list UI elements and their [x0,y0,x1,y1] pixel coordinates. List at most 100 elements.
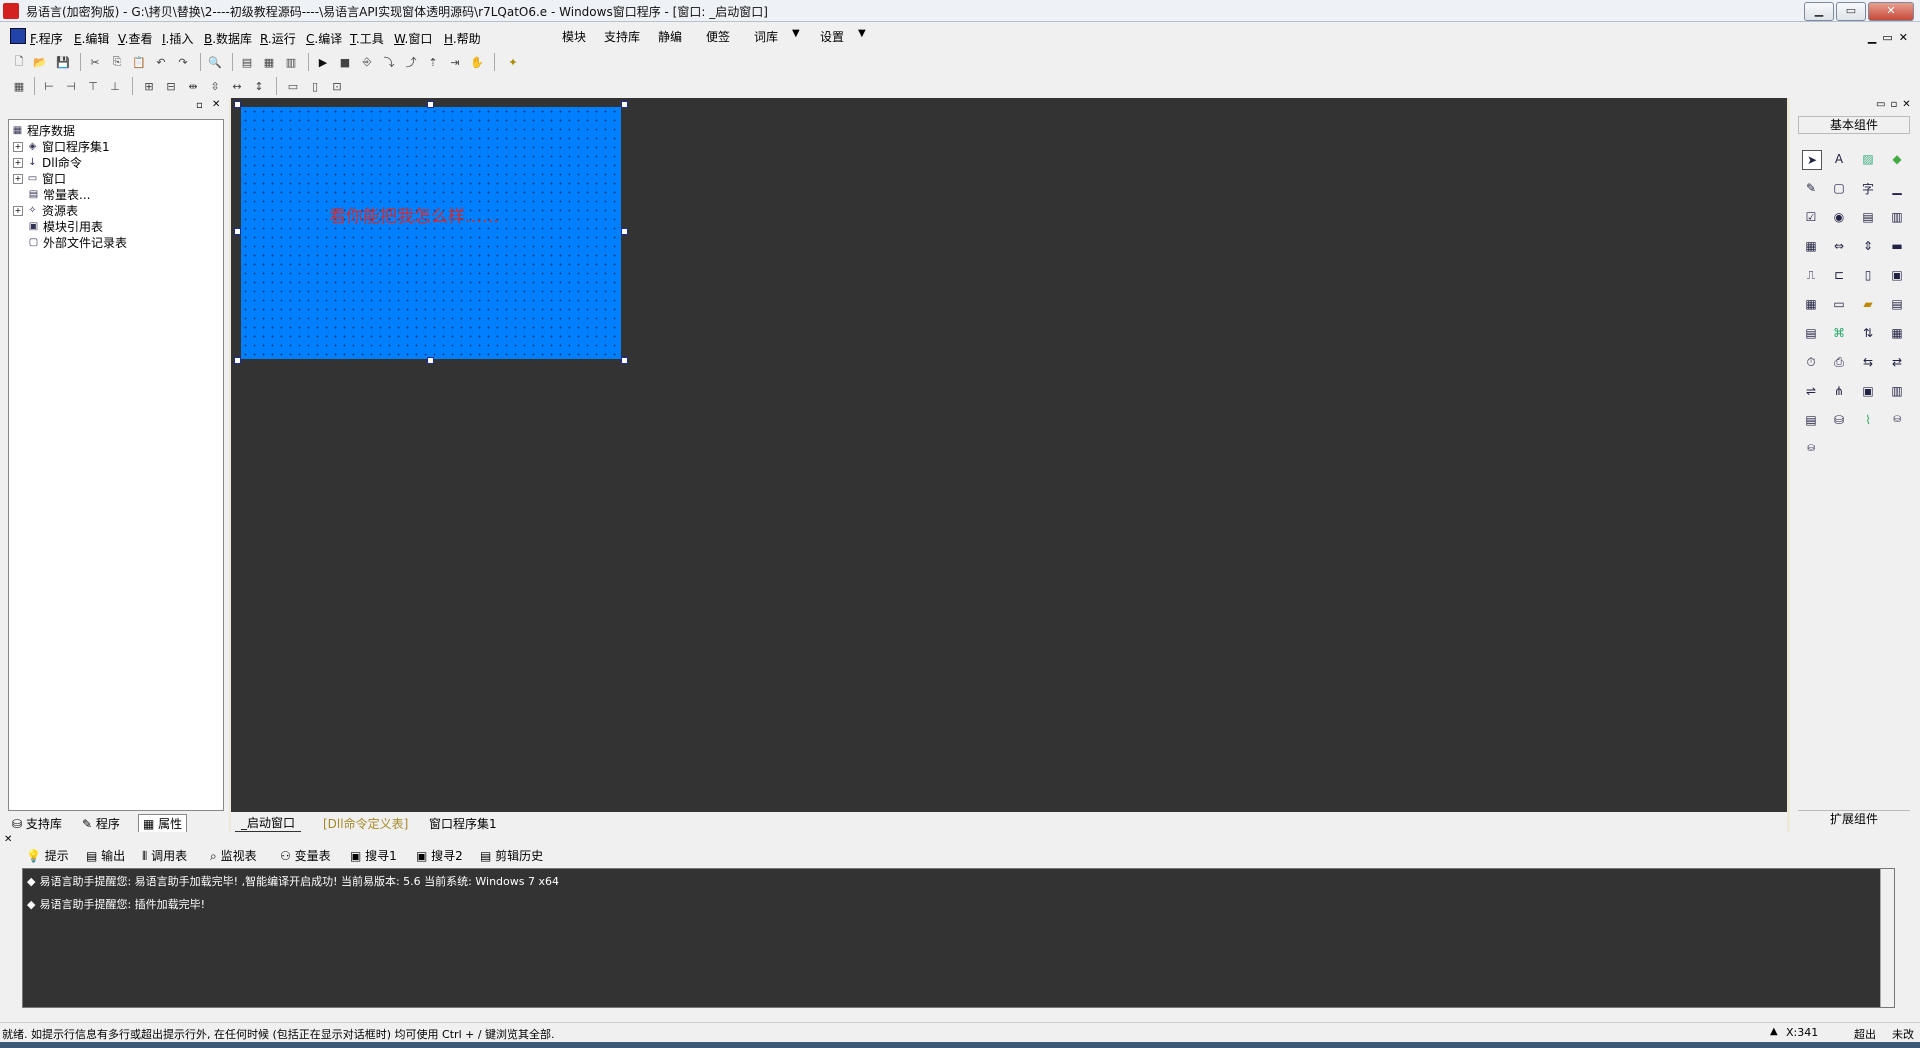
settings-dropdown-icon[interactable]: ▼ [858,28,866,39]
menu-support-lib[interactable]: 支持库 [604,28,640,45]
radio-icon[interactable]: ◉ [1830,208,1848,226]
align-bottom-icon[interactable]: ⊥ [106,77,124,95]
copy-icon[interactable]: ⎘ [108,53,126,71]
tab-search2[interactable]: ▣ 搜寻2 [416,847,463,864]
same-height-icon[interactable]: ↕ [250,77,268,95]
frame-icon[interactable]: ▣ [1888,266,1906,284]
status-up-icon[interactable]: ▲ [1770,1026,1778,1037]
tree-item-module-refs[interactable]: ▣ 模块引用表 [27,218,103,235]
tree-item-constants[interactable]: ▤ 常量表... [27,186,91,203]
menu-view[interactable]: V.查看 [118,30,153,47]
tab-hint[interactable]: 💡 提示 [26,847,69,864]
slider-icon[interactable]: ⇔ [1830,237,1848,255]
menu-program[interactable]: F.程序 [30,30,63,47]
wizard-icon[interactable]: ✦ [504,53,522,71]
component-panel-controls[interactable]: ▭▫✕ [1876,99,1916,110]
document-icon[interactable]: ▤ [1888,295,1906,313]
chart-icon[interactable]: ⌇ [1859,411,1877,429]
menu-window[interactable]: W.窗口 [394,30,432,47]
button-icon[interactable]: ▭ [1830,295,1848,313]
timer-icon[interactable]: ⏱ [1802,353,1820,371]
save-icon[interactable]: 💾 [54,53,72,71]
port-icon[interactable]: ⇌ [1802,382,1820,400]
grid-icon[interactable]: ▦ [10,77,28,95]
expand-icon[interactable]: + [13,157,23,168]
output-area[interactable]: ◆ 易语言助手提醒您: 易语言助手加载完毕! ,智能编译开启成功! 当前易版本: … [22,868,1895,1008]
resize-handle-se[interactable] [621,357,628,364]
tab-window-set[interactable]: 窗口程序集1 [429,815,497,832]
tab-control-icon[interactable]: ▥ [1888,382,1906,400]
minimize-button[interactable]: ▁ [1804,2,1834,21]
redo-icon[interactable]: ↷ [174,53,192,71]
tab-dll-definitions[interactable]: [Dll命令定义表] [323,815,408,832]
resize-handle-n[interactable] [427,101,434,108]
resize-handle-ne[interactable] [621,101,628,108]
tab-startup-window[interactable]: _启动窗口 [235,814,302,833]
maximize-button[interactable]: ▭ [1836,2,1866,21]
tab-program[interactable]: ✎ 程序 [82,815,120,832]
db-list-icon[interactable]: ▤ [1802,411,1820,429]
grid-table-icon[interactable]: ▦ [1802,237,1820,255]
step-into-icon[interactable]: ⤵ [380,53,398,71]
step-out-icon[interactable]: ⇡ [424,53,442,71]
tab-clip-history[interactable]: ▤ 剪辑历史 [480,847,543,864]
shape-icon[interactable]: ◆ [1888,150,1906,168]
panel-icon[interactable]: ▣ [1859,382,1877,400]
tree-item-window[interactable]: + ▭ 窗口 [13,170,66,187]
tree-item-dll[interactable]: + ↓ Dll命令 [13,154,82,171]
menu-module[interactable]: 模块 [562,28,586,45]
bottom-panel-close-icon[interactable]: ✕ [4,834,12,845]
resize-handle-nw[interactable] [234,101,241,108]
layout3-icon[interactable]: ▥ [282,53,300,71]
lexicon-dropdown-icon[interactable]: ▼ [792,28,800,39]
align-left-icon[interactable]: ⊢ [40,77,58,95]
cut-icon[interactable]: ✂ [86,53,104,71]
checkbox-icon[interactable]: ☑ [1802,208,1820,226]
label-icon[interactable]: A [1830,150,1848,168]
progress-icon[interactable]: ▬ [1888,237,1906,255]
output-scrollbar[interactable] [1880,869,1894,1007]
tree-item-external-files[interactable]: ▢ 外部文件记录表 [27,234,127,251]
picture-icon[interactable]: ▢ [1830,179,1848,197]
run-to-cursor-icon[interactable]: ⇥ [446,53,464,71]
folder-icon[interactable]: ▰ [1859,295,1877,313]
layout1-icon[interactable]: ▤ [238,53,256,71]
resize-handle-w[interactable] [234,228,241,235]
align-top-icon[interactable]: ⊤ [84,77,102,95]
center-h-icon[interactable]: ⊞ [140,77,158,95]
step-icon[interactable]: ⎆ [358,53,376,71]
menu-tools[interactable]: T.工具 [350,30,384,47]
size-both-icon[interactable]: ⊡ [328,77,346,95]
menu-settings[interactable]: 设置 [820,28,844,45]
tab-call-stack[interactable]: ⦀ 调用表 [142,847,187,864]
resize-handle-s[interactable] [427,357,434,364]
server-icon[interactable]: ⇄ [1888,353,1906,371]
menu-help[interactable]: H.帮助 [444,30,481,47]
listbox-icon[interactable]: ▤ [1859,208,1877,226]
picture-box-icon[interactable]: ▨ [1859,150,1877,168]
expand-icon[interactable]: + [13,141,23,152]
center-v-icon[interactable]: ⊟ [162,77,180,95]
ruler-icon[interactable]: ⎍ [1802,266,1820,284]
tab-support-lib[interactable]: ⛁ 支持库 [12,815,62,832]
resize-handle-sw[interactable] [234,357,241,364]
new-file-icon[interactable]: 🗋 [10,53,28,71]
menu-compile[interactable]: C.编译 [306,30,342,47]
mdi-controls[interactable]: ▁▭✕ [1868,31,1914,44]
printer-icon[interactable]: ⎙ [1830,353,1848,371]
text-icon[interactable]: 字 [1859,179,1877,197]
panel-close-icon[interactable]: ✕ [212,99,220,110]
calendar-icon[interactable]: ▦ [1802,295,1820,313]
odbc-link-icon[interactable]: ⛁ [1802,440,1820,458]
menu-notes[interactable]: 便签 [706,28,730,45]
pin-icon[interactable]: ▫ [196,100,203,111]
tab-output[interactable]: ▤ 输出 [86,847,125,864]
menu-edit[interactable]: E.编辑 [74,30,109,47]
network-icon[interactable]: ⌘ [1830,324,1848,342]
scrollbar-v-icon[interactable]: ⇕ [1859,237,1877,255]
open-folder-icon[interactable]: 📂 [31,53,49,71]
menu-static-compile[interactable]: 静编 [658,28,682,45]
spin-icon[interactable]: ⇅ [1859,324,1877,342]
output-line[interactable]: ◆ 易语言助手提醒您: 易语言助手加载完毕! ,智能编译开启成功! 当前易版本: … [27,873,559,889]
menu-lexicon[interactable]: 词库 [754,28,778,45]
